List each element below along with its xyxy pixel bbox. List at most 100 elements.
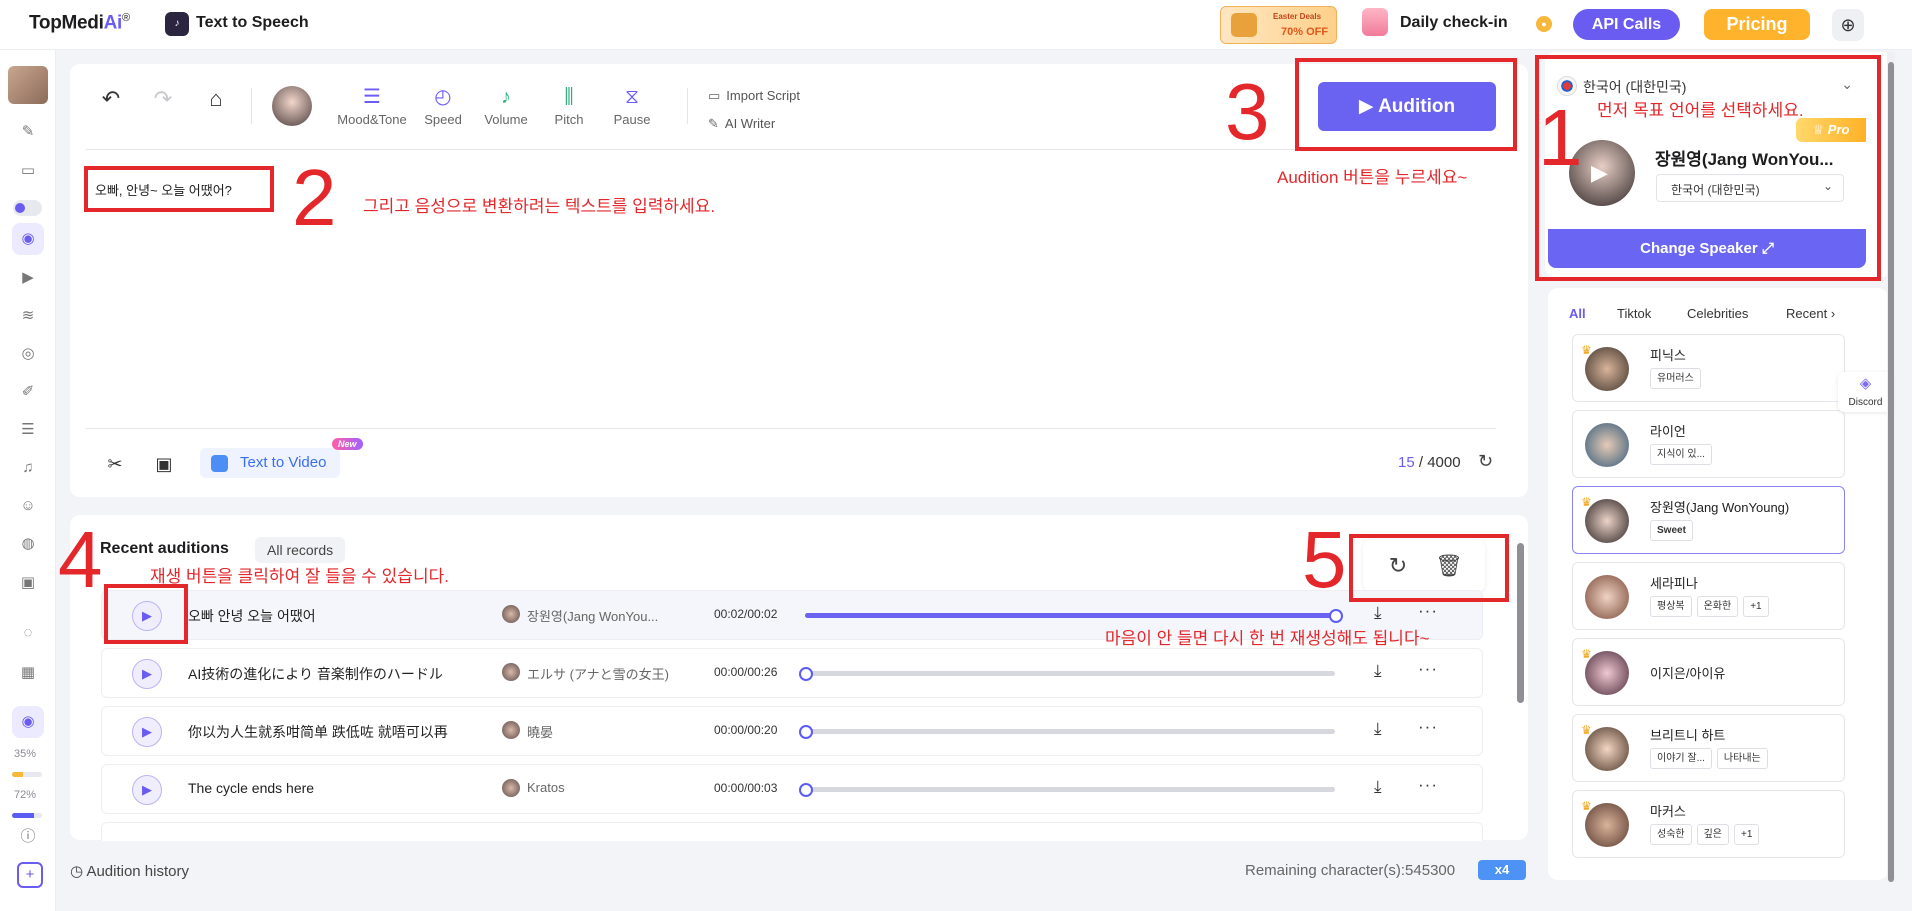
checkin-gift-icon xyxy=(1362,8,1388,36)
usage-percent-2: 72% xyxy=(14,789,37,801)
globe-icon[interactable]: ⊕ xyxy=(1832,9,1864,41)
more-icon[interactable]: ··· xyxy=(1418,775,1438,795)
tab-all[interactable]: All xyxy=(1569,306,1586,321)
voice-card[interactable]: ♛ 마커스 성숙한 깊은 +1 xyxy=(1572,790,1845,858)
discord-button[interactable]: ◈ Discord xyxy=(1838,372,1893,412)
pitch-icon: ⫼ xyxy=(564,86,574,108)
ai-writer-icon: ✎ xyxy=(708,116,719,131)
new-badge: New xyxy=(332,438,363,450)
brush-icon[interactable]: ✎ xyxy=(17,121,39,143)
volume-tool[interactable]: ♪ Volume xyxy=(480,84,532,127)
more-icon[interactable]: ··· xyxy=(1418,601,1438,621)
progress-slider[interactable] xyxy=(805,609,1343,623)
brand-logo[interactable]: TopMediAi® xyxy=(29,12,130,34)
progress-slider[interactable] xyxy=(799,667,1335,681)
refresh-icon[interactable]: ↻ xyxy=(1478,451,1493,472)
toolbox-icon[interactable]: ▣ xyxy=(17,572,39,594)
clear-icon[interactable]: ⌂ xyxy=(203,86,229,112)
annotation-text-1: 먼저 목표 언어를 선택하세요. xyxy=(1597,101,1804,120)
tab-recent[interactable]: Recent › xyxy=(1786,306,1835,321)
pen-icon[interactable]: ✐ xyxy=(17,381,39,403)
users-icon[interactable]: ☺ xyxy=(17,495,39,517)
sidebar-toggle[interactable] xyxy=(13,200,42,216)
more-icon[interactable]: ··· xyxy=(1418,659,1438,679)
import-script-link[interactable]: ▭ Import Script xyxy=(708,88,800,104)
annotation-number-4: 4 xyxy=(58,515,103,604)
api-calls-button[interactable]: API Calls xyxy=(1573,9,1680,40)
voice-card[interactable]: ♛ 피닉스 유머러스 xyxy=(1572,334,1845,402)
daily-checkin-link[interactable]: Daily check-in xyxy=(1400,14,1508,32)
discord-icon: ◈ xyxy=(1859,375,1872,392)
document-icon[interactable]: ☰ xyxy=(17,419,39,441)
progress-slider[interactable] xyxy=(799,783,1335,797)
audition-history-link[interactable]: ◷ Audition history xyxy=(70,862,189,880)
download-icon[interactable]: ⤓ xyxy=(1374,719,1382,739)
play-icon[interactable]: ▶ xyxy=(132,659,162,689)
scissors-icon[interactable]: ✂ xyxy=(103,452,127,476)
annotation-number-3: 3 xyxy=(1225,67,1270,156)
pause-icon: ⧖ xyxy=(624,86,640,108)
more-icon[interactable]: ··· xyxy=(1418,717,1438,737)
speaker-avatar xyxy=(502,605,520,623)
table-row[interactable]: ▶ The cycle ends here Kratos 00:00/00:03… xyxy=(101,764,1483,814)
pricing-button[interactable]: Pricing xyxy=(1704,9,1810,40)
ai-writer-link[interactable]: ✎ AI Writer xyxy=(708,116,775,132)
multiplier-badge: x4 xyxy=(1478,860,1526,880)
annotation-box-5 xyxy=(1349,534,1509,602)
apps-grid-icon[interactable]: ▦ xyxy=(17,662,39,684)
download-icon[interactable]: ⤓ xyxy=(1374,603,1382,623)
gift-icon xyxy=(1231,13,1257,37)
voice-card[interactable]: 라이언 지식이 있... xyxy=(1572,410,1845,478)
undo-icon[interactable]: ↶ xyxy=(98,86,124,112)
text-to-video-button[interactable]: Text to Video xyxy=(200,448,340,478)
tab-celebrities[interactable]: Celebrities xyxy=(1687,306,1748,321)
audio-wave-icon[interactable]: ≋ xyxy=(17,305,39,327)
video-clip-icon xyxy=(211,455,228,472)
speed-tool[interactable]: ◴ Speed xyxy=(420,84,466,127)
usage-percent-1: 35% xyxy=(14,748,37,760)
promo-banner[interactable]: Easter Deals 70% OFF xyxy=(1220,6,1337,44)
remaining-characters: Remaining character(s):545300 xyxy=(1245,862,1456,879)
download-icon[interactable]: ⤓ xyxy=(1374,777,1382,797)
table-row[interactable]: ▶ 你以为人生就系咁简单 跌低咗 就唔可以再 曉晏 00:00/00:20 ⤓ … xyxy=(101,706,1483,756)
pitch-tool[interactable]: ⫼ Pitch xyxy=(549,84,589,127)
pause-tool[interactable]: ⧖ Pause xyxy=(611,84,653,127)
world-icon[interactable]: ◍ xyxy=(17,533,39,555)
redo-icon[interactable]: ↷ xyxy=(150,86,176,112)
avatar[interactable] xyxy=(8,66,48,104)
video-icon[interactable]: ▶ xyxy=(17,267,39,289)
subtitle-icon[interactable]: ▣ xyxy=(152,452,176,476)
chat-icon[interactable]: ◌ xyxy=(17,622,39,644)
tts-mini-icon[interactable]: ◉ xyxy=(12,706,44,738)
speaker-avatar xyxy=(502,721,520,739)
crown-icon: ♛ xyxy=(1581,495,1592,509)
play-icon[interactable]: ▶ xyxy=(132,717,162,747)
annotation-number-1: 1 xyxy=(1538,93,1583,182)
mood-tone-tool[interactable]: ☰ Mood&Tone xyxy=(335,84,409,127)
progress-slider[interactable] xyxy=(799,725,1335,739)
char-counter: 15 / 4000 xyxy=(1398,454,1461,471)
table-row[interactable]: ▶ AI技術の進化により 音楽制作のハードル エルサ (アナと雪の女王) 00:… xyxy=(101,648,1483,698)
voice-avatar[interactable] xyxy=(272,86,312,126)
microphone-icon[interactable]: ♫ xyxy=(17,457,39,479)
download-icon[interactable]: ⤓ xyxy=(1374,661,1382,681)
info-icon[interactable]: ⓘ xyxy=(17,826,39,848)
speaker-avatar xyxy=(502,779,520,797)
voice-card-selected[interactable]: ♛ 장원영(Jang WonYoung) Sweet xyxy=(1572,486,1845,554)
voice-card[interactable]: 세라피나 평상복 온화한 +1 xyxy=(1572,562,1845,630)
tts-nav-icon[interactable]: ◉ xyxy=(12,223,44,255)
annotation-box-4 xyxy=(104,584,188,644)
play-icon[interactable]: ▶ xyxy=(132,775,162,805)
scrollbar[interactable] xyxy=(1516,527,1524,827)
tab-tiktok[interactable]: Tiktok xyxy=(1617,306,1651,321)
folder-icon[interactable]: ▭ xyxy=(17,160,39,182)
voice-card[interactable]: ♛ 브리트니 하트 이야기 잘... 나타내는 xyxy=(1572,714,1845,782)
usage-bar-1 xyxy=(12,772,42,777)
annotation-text-5: 마음이 안 들면 다시 한 번 재생성해도 됩니다~ xyxy=(1105,629,1430,648)
scrollbar[interactable] xyxy=(1887,52,1895,882)
coin-icon: ● xyxy=(1536,16,1552,32)
voice-card[interactable]: ♛ 이지은/아이유 xyxy=(1572,638,1845,706)
all-records-button[interactable]: All records xyxy=(255,537,346,563)
add-icon[interactable]: + xyxy=(17,862,43,888)
voice-clone-icon[interactable]: ◎ xyxy=(17,343,39,365)
